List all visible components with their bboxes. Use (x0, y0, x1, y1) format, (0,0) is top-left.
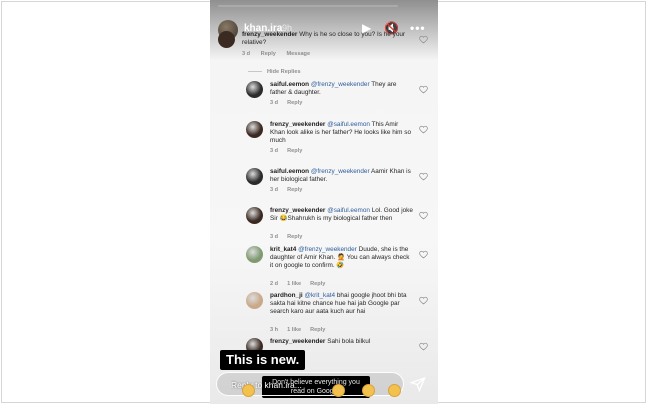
reply-username[interactable]: saiful.eemon (270, 81, 309, 88)
comment-body: frenzy_weekender Why is he so close to y… (242, 31, 414, 47)
commenter-avatar[interactable] (246, 168, 263, 185)
reply-mention[interactable]: @saiful.eemon (327, 121, 370, 128)
reply-mention[interactable]: @krit_kat4 (304, 292, 335, 299)
reply-time: 3 d (270, 148, 279, 154)
heart-icon[interactable] (419, 296, 428, 305)
reply-time: 3 d (270, 234, 279, 240)
comment-username[interactable]: frenzy_weekender (242, 31, 297, 38)
reply-button[interactable]: Reply (261, 51, 276, 57)
heart-icon[interactable] (419, 250, 428, 259)
heart-icon[interactable] (419, 85, 428, 94)
top-comment: frenzy_weekender Why is he so close to y… (218, 31, 432, 61)
reply-button[interactable]: Reply (287, 187, 302, 193)
reply-username[interactable]: frenzy_weekender (270, 207, 325, 214)
reply-button[interactable]: Reply (310, 281, 325, 287)
reply-button[interactable]: Reply (287, 148, 302, 154)
reply-body: frenzy_weekender @saiful.eemon This Amir… (270, 121, 414, 145)
reply-meta: 3 d Reply (270, 148, 311, 154)
reply-meta: 3 d Reply (270, 187, 311, 193)
reply-comment: saiful.eemon @frenzy_weekender Aamir Kha… (246, 168, 432, 204)
commenter-avatar[interactable] (246, 246, 263, 263)
emoji-icon[interactable] (242, 384, 255, 397)
commenter-avatar[interactable] (246, 207, 263, 224)
send-icon[interactable] (409, 376, 426, 393)
hide-replies-button[interactable]: Hide Replies (248, 69, 301, 75)
reply-likes[interactable]: 1 like (287, 281, 301, 287)
heart-icon[interactable] (419, 125, 428, 134)
commenter-avatar[interactable] (246, 121, 263, 138)
story-progress-bar (218, 5, 430, 7)
emoji-icon[interactable] (388, 384, 401, 397)
reply-username[interactable]: saiful.eemon (270, 168, 309, 175)
story-viewer[interactable]: khan.ira 9h ▶ 🔇 ••• frenzy_weekender Why… (210, 0, 438, 404)
reply-comment: krit_kat4 @frenzy_weekender Duude, she i… (246, 246, 432, 287)
reply-mention[interactable]: @frenzy_weekender (298, 246, 357, 253)
comment-meta: 3 d Reply Message (242, 51, 319, 57)
reply-body: pardhon_ji @krit_kat4 bhai google jhoot … (270, 292, 414, 316)
reply-body: krit_kat4 @frenzy_weekender Duude, she i… (270, 246, 414, 270)
reply-button[interactable]: Reply (287, 100, 302, 106)
heart-icon[interactable] (419, 211, 428, 220)
heart-icon[interactable] (419, 35, 428, 44)
reply-comment: pardhon_ji @krit_kat4 bhai google jhoot … (246, 292, 432, 333)
reply-username[interactable]: pardhon_ji (270, 292, 303, 299)
message-button[interactable]: Message (286, 51, 310, 57)
emoji-icon[interactable] (332, 384, 345, 397)
reply-username[interactable]: krit_kat4 (270, 246, 296, 253)
reply-time: 3 d (270, 100, 279, 106)
commenter-avatar[interactable] (246, 292, 263, 309)
emoji-icon[interactable] (362, 384, 375, 397)
reply-body: frenzy_weekender Sahi bola bilkul (270, 338, 414, 346)
reply-username[interactable]: frenzy_weekender (270, 338, 325, 345)
reply-button[interactable]: Reply (287, 234, 302, 240)
reply-comment: frenzy_weekender @saiful.eemon This Amir… (246, 121, 432, 157)
commenter-avatar[interactable] (218, 31, 235, 48)
story-caption-line1: This is new. (220, 350, 306, 370)
heart-icon[interactable] (419, 342, 428, 351)
reply-mention[interactable]: @frenzy_weekender (311, 168, 370, 175)
reply-mention[interactable]: @frenzy_weekender (311, 81, 370, 88)
reply-body: saiful.eemon @frenzy_weekender Aamir Kha… (270, 168, 414, 184)
reply-body: saiful.eemon @frenzy_weekender They are … (270, 81, 414, 97)
reply-time: 3 h (270, 327, 279, 333)
comment-time: 3 d (242, 51, 251, 57)
reply-meta: 2 d 1 like Reply (270, 281, 334, 287)
reply-username[interactable]: frenzy_weekender (270, 121, 325, 128)
reply-meta: 3 h 1 like Reply (270, 327, 334, 333)
commenter-avatar[interactable] (246, 81, 263, 98)
story-progress-fill (218, 5, 399, 7)
reply-comment: saiful.eemon @frenzy_weekender They are … (246, 81, 432, 117)
reply-meta: 3 d Reply (270, 234, 311, 240)
reply-comment: frenzy_weekender @saiful.eemon Lol. Good… (246, 207, 432, 243)
heart-icon[interactable] (419, 172, 428, 181)
reply-time: 2 d (270, 281, 279, 287)
reply-text: Sahi bola bilkul (327, 338, 371, 345)
reply-likes[interactable]: 1 like (287, 327, 301, 333)
reply-mention[interactable]: @saiful.eemon (327, 207, 370, 214)
reply-body: frenzy_weekender @saiful.eemon Lol. Good… (270, 207, 414, 223)
reply-button[interactable]: Reply (310, 327, 325, 333)
reply-meta: 3 d Reply (270, 100, 311, 106)
reply-time: 3 d (270, 187, 279, 193)
